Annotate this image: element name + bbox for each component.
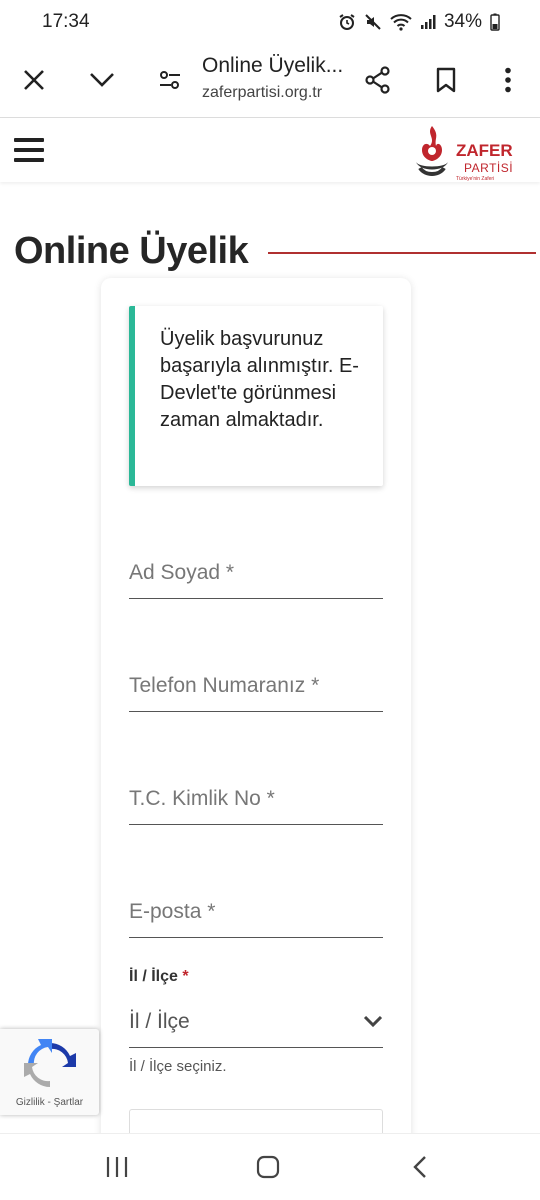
phone-placeholder: Telefon Numaranız *	[129, 674, 320, 697]
phone-field[interactable]: Telefon Numaranız *	[129, 672, 383, 712]
logo-flame-icon	[416, 126, 448, 176]
page-tab-title[interactable]: Online Üyelik...	[202, 54, 343, 78]
recent-apps-icon	[106, 1157, 128, 1177]
title-divider	[268, 252, 536, 254]
site-settings-button[interactable]	[150, 60, 190, 100]
close-tab-button[interactable]	[14, 60, 54, 100]
browser-toolbar: Online Üyelik... zaferpartisi.org.tr	[0, 44, 540, 118]
email-field[interactable]: E-posta *	[129, 898, 383, 938]
tc-field[interactable]: T.C. Kimlik No *	[129, 785, 383, 825]
page-title: Online Üyelik	[14, 230, 249, 272]
alarm-icon	[338, 13, 356, 31]
minimize-button[interactable]	[82, 60, 122, 100]
email-placeholder: E-posta *	[129, 900, 216, 923]
home-icon	[256, 1155, 280, 1179]
recaptcha-icon	[22, 1037, 78, 1098]
recent-apps-button[interactable]	[100, 1152, 134, 1182]
battery-icon	[490, 13, 500, 31]
share-icon	[365, 66, 390, 94]
bookmark-button[interactable]	[426, 60, 466, 100]
city-label-text: İl / İlçe	[129, 968, 178, 985]
success-alert: Üyelik başvurunuz başarıyla alınmıştır. …	[129, 306, 383, 486]
city-label: İl / İlçe *	[129, 968, 189, 986]
zafer-logo[interactable]: ZAFER PARTİSİ Türkiye'nin Zaferi	[412, 124, 522, 184]
bookmark-icon	[436, 67, 456, 93]
more-menu-button[interactable]	[488, 60, 528, 100]
alert-message: Üyelik başvurunuz başarıyla alınmıştır. …	[160, 328, 359, 431]
recaptcha-links[interactable]: Gizlilik - Şartlar	[0, 1097, 99, 1108]
logo-name: ZAFER	[456, 141, 513, 160]
signal-icon	[420, 14, 436, 30]
chevron-down-icon	[363, 1014, 383, 1033]
name-placeholder: Ad Soyad *	[129, 561, 235, 584]
city-select-value: İl / İlçe	[129, 1010, 190, 1033]
name-field[interactable]: Ad Soyad *	[129, 559, 383, 599]
required-mark: *	[182, 968, 189, 985]
url-text[interactable]: zaferpartisi.org.tr	[202, 84, 322, 102]
mute-icon	[364, 13, 382, 31]
home-button[interactable]	[251, 1152, 285, 1182]
tune-icon	[160, 71, 180, 89]
logo-sub: PARTİSİ	[464, 161, 514, 175]
wifi-icon	[390, 13, 412, 31]
site-header: ZAFER PARTİSİ Türkiye'nin Zaferi	[0, 118, 540, 182]
share-button[interactable]	[358, 60, 398, 100]
system-nav-bar	[0, 1133, 540, 1200]
status-time: 17:34	[42, 11, 90, 32]
battery-percent: 34%	[443, 11, 482, 32]
close-icon	[24, 70, 44, 90]
hamburger-menu-icon[interactable]	[14, 138, 44, 162]
city-helper-text: İl / İlçe seçiniz.	[129, 1058, 227, 1075]
status-bar: 17:34 34%	[0, 0, 540, 44]
status-icons: 34%	[338, 11, 500, 33]
recaptcha-badge[interactable]: Gizlilik - Şartlar	[0, 1029, 99, 1115]
tc-placeholder: T.C. Kimlik No *	[129, 787, 275, 810]
back-icon	[413, 1156, 426, 1178]
more-vert-icon	[505, 67, 511, 93]
logo-tagline: Türkiye'nin Zaferi	[456, 176, 495, 182]
chevron-down-icon	[90, 73, 114, 87]
back-button[interactable]	[403, 1152, 437, 1182]
city-select[interactable]: İl / İlçe	[129, 1002, 383, 1048]
